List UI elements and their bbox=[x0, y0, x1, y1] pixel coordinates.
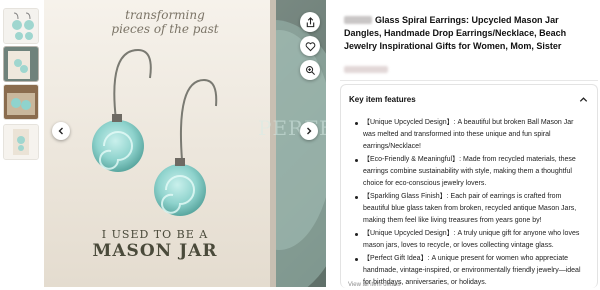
thumbnail-3[interactable] bbox=[3, 84, 39, 120]
zoom-button[interactable] bbox=[300, 60, 320, 80]
product-details-panel: Glass Spiral Earrings: Upcycled Mason Ja… bbox=[340, 0, 598, 288]
key-features-section: Key item features 【Unique Upcycled Desig… bbox=[340, 84, 598, 288]
favorite-button[interactable] bbox=[300, 36, 320, 56]
product-title-block: Glass Spiral Earrings: Upcycled Mason Ja… bbox=[344, 14, 596, 53]
card-tagline-line-2: pieces of the past bbox=[111, 22, 219, 36]
main-product-image[interactable]: transforming pieces of the past I USED T… bbox=[44, 0, 326, 287]
rating-redacted bbox=[344, 66, 388, 73]
card-caption: I USED TO BE A MASON JAR bbox=[70, 228, 240, 261]
key-features-list: 【Unique Upcycled Design】: A beautiful bu… bbox=[355, 117, 587, 290]
next-image-button[interactable] bbox=[300, 122, 318, 140]
chevron-left-icon bbox=[58, 127, 63, 135]
feature-item: 【Unique Upcycled Design】: A truly unique… bbox=[355, 228, 587, 252]
thumbnail-2[interactable] bbox=[3, 46, 39, 82]
card-caption-line-2: MASON JAR bbox=[92, 241, 218, 261]
card-caption-line-1: I USED TO BE A bbox=[101, 228, 209, 241]
feature-item: 【Unique Upcycled Design】: A beautiful bu… bbox=[355, 117, 587, 153]
zoom-icon bbox=[305, 65, 315, 75]
product-title: Glass Spiral Earrings: Upcycled Mason Ja… bbox=[344, 15, 567, 51]
feature-item: 【Eco-Friendly & Meaningful】: Made from r… bbox=[355, 154, 587, 190]
card-tagline: transforming pieces of the past bbox=[90, 8, 240, 36]
image-actions bbox=[300, 12, 322, 84]
view-all-details-link[interactable]: View all item details bbox=[348, 282, 401, 288]
heart-icon bbox=[305, 41, 315, 51]
chevron-right-icon bbox=[307, 127, 312, 135]
thumbnail-4[interactable] bbox=[3, 124, 39, 160]
feature-item: 【Sparkling Glass Finish】: Each pair of e… bbox=[355, 191, 587, 227]
previous-image-button[interactable] bbox=[52, 122, 70, 140]
divider bbox=[340, 80, 598, 81]
key-features-header: Key item features bbox=[349, 95, 416, 104]
brand-name-redacted bbox=[344, 16, 372, 24]
thumbnail-strip bbox=[0, 0, 42, 287]
thumbnail-1[interactable] bbox=[3, 8, 39, 44]
share-icon bbox=[306, 16, 314, 27]
share-button[interactable] bbox=[300, 12, 320, 32]
chevron-up-icon[interactable] bbox=[578, 94, 589, 105]
card-tagline-line-1: transforming bbox=[125, 8, 205, 22]
